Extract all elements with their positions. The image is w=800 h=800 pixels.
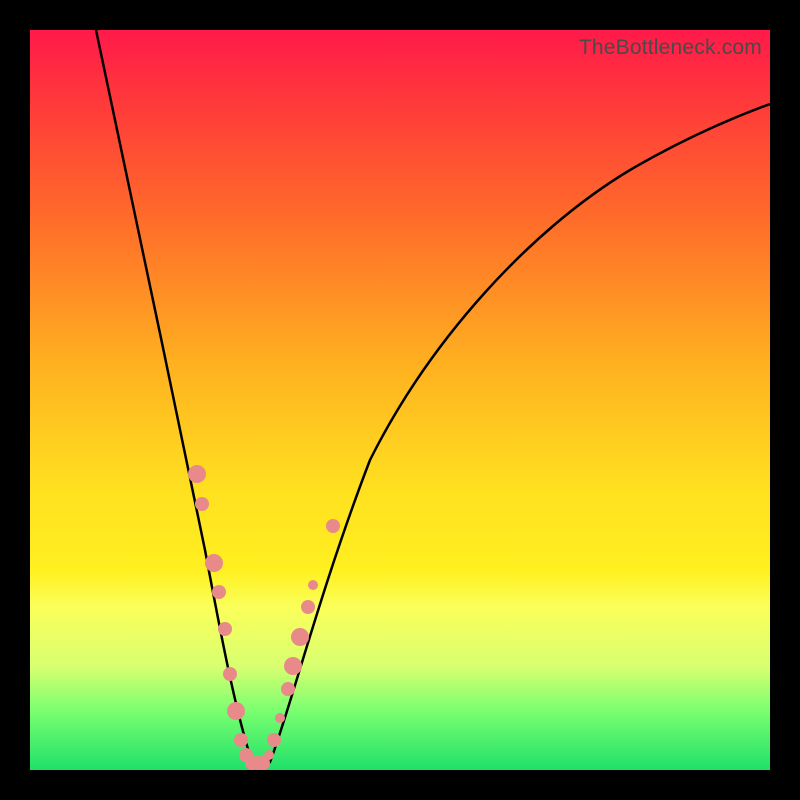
data-marker bbox=[195, 497, 209, 511]
plot-area: TheBottleneck.com bbox=[30, 30, 770, 770]
data-marker bbox=[212, 585, 226, 599]
data-marker bbox=[281, 682, 295, 696]
data-marker bbox=[234, 733, 248, 747]
data-marker bbox=[284, 657, 302, 675]
data-marker bbox=[223, 667, 237, 681]
bottleneck-curve bbox=[96, 30, 770, 767]
data-marker bbox=[275, 713, 285, 723]
curve-svg bbox=[30, 30, 770, 770]
data-marker bbox=[205, 554, 223, 572]
data-marker bbox=[227, 702, 245, 720]
data-marker bbox=[267, 733, 281, 747]
data-marker bbox=[291, 628, 309, 646]
data-marker bbox=[301, 600, 315, 614]
data-marker bbox=[264, 750, 274, 760]
data-marker bbox=[218, 622, 232, 636]
data-marker bbox=[188, 465, 206, 483]
data-marker bbox=[308, 580, 318, 590]
data-marker bbox=[326, 519, 340, 533]
chart-frame: TheBottleneck.com bbox=[0, 0, 800, 800]
watermark-label: TheBottleneck.com bbox=[579, 36, 762, 60]
